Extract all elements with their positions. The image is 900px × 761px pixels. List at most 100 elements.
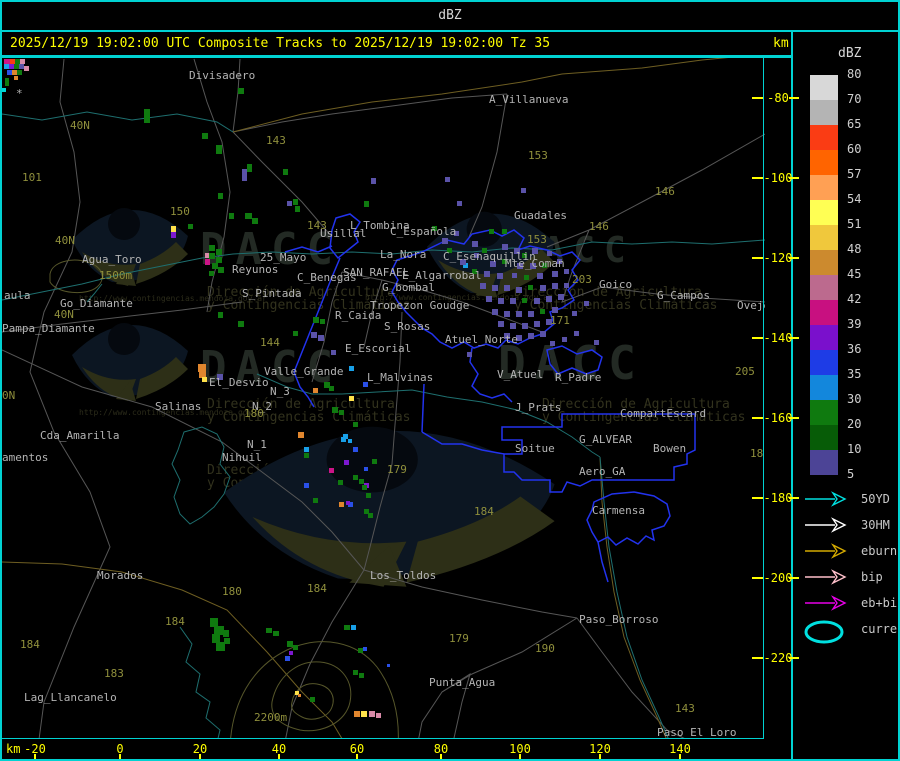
- radar-cell: [353, 422, 358, 427]
- place-label: El_Desvio: [209, 376, 269, 389]
- radar-cell: [218, 193, 223, 199]
- radar-cell: [353, 670, 358, 675]
- radar-cell: [489, 229, 494, 234]
- radar-cell: [594, 340, 599, 345]
- route-label: 40N: [54, 308, 74, 321]
- dbz-swatch: [810, 100, 838, 125]
- dbz-scale-label: 65: [847, 117, 862, 131]
- place-label: Divisadero: [189, 69, 256, 82]
- radar-cell: [472, 241, 478, 247]
- bottom-axis-tick: [278, 754, 280, 759]
- radar-cell: [331, 350, 336, 355]
- place-label: V_Atuel: [497, 368, 544, 381]
- radar-cell: [273, 631, 279, 636]
- radar-cell: [320, 319, 325, 324]
- legend-item-eb+bip: eb+bip: [803, 594, 898, 618]
- radar-cell: [516, 287, 522, 293]
- place-label: Atuel_Norte: [445, 333, 518, 346]
- radar-cell: [304, 453, 309, 458]
- place-label: Cda_Amarilla: [40, 429, 120, 442]
- radar-cell: [313, 317, 319, 323]
- radar-cell: [492, 285, 498, 291]
- radar-cell: [457, 201, 462, 206]
- place-label: aula: [4, 289, 31, 302]
- legend-item-bip: bip: [803, 568, 883, 592]
- radar-cell: [366, 493, 371, 498]
- radar-cell: [552, 283, 558, 289]
- radar-map-viewport[interactable]: DACC DACC DACC DACC Dirección de Agricultura…: [2, 57, 771, 738]
- legend-label: bip: [861, 570, 883, 584]
- radar-cell: [372, 459, 377, 464]
- route-label: 101: [22, 171, 42, 184]
- km-unit-label: km: [773, 36, 789, 51]
- radar-cell: [144, 109, 150, 123]
- dbz-swatch: [810, 275, 838, 300]
- dbz-scale-label: 20: [847, 417, 862, 431]
- track-arrow-icon: [805, 595, 847, 611]
- map-bottom-border: [2, 738, 764, 739]
- dbz-scale-panel: dBZ 80 70 65 60 57 54 51 48 45 42 39 36 35 30 20 10 5 50…: [793, 32, 898, 759]
- radar-cell: [202, 377, 207, 382]
- radar-cell: [252, 218, 258, 224]
- radar-cell: [540, 285, 546, 291]
- radar-cell: [293, 331, 298, 336]
- radar-cell: [344, 625, 350, 630]
- place-label: E_Algarrobal: [402, 269, 482, 282]
- radar-cell: [497, 273, 503, 279]
- route-label: 143: [675, 702, 695, 715]
- radar-cell: [289, 651, 293, 655]
- radar-cell: [558, 294, 564, 300]
- dbz-swatch: [810, 400, 838, 425]
- place-label: La_Nora: [380, 248, 427, 261]
- dbz-swatch: [810, 250, 838, 275]
- place-label: Oveje: [737, 299, 771, 312]
- radar-cell: [229, 213, 234, 219]
- right-axis-tick: [752, 657, 763, 659]
- place-label: Morados: [97, 569, 144, 582]
- route-label: 143: [307, 219, 327, 232]
- dbz-swatch: [810, 225, 838, 250]
- dbz-swatch: [810, 175, 838, 200]
- radar-cell: [313, 388, 318, 393]
- place-label: R_Padre: [555, 371, 602, 384]
- route-label: 1500m: [99, 269, 133, 282]
- radar-cell: [376, 713, 381, 718]
- track-arrow-icon: [805, 491, 847, 507]
- radar-cell: [502, 229, 507, 234]
- legend-label: 50YD: [861, 492, 890, 506]
- radar-cell: [364, 201, 369, 207]
- radar-cell: [512, 273, 517, 278]
- radar-cell: [349, 396, 354, 401]
- place-label: C_Benegas: [297, 271, 357, 284]
- route-label: 143: [266, 134, 286, 147]
- bottom-axis-tick: [356, 754, 358, 759]
- place-label: Valle_Grande: [264, 365, 344, 378]
- legend-item-30HM: 30HM: [803, 516, 890, 540]
- route-label: 205: [735, 365, 755, 378]
- radar-app-window: dBZ 2025/12/19 19:02:00 UTC Composite Tr…: [0, 0, 900, 761]
- track-arrow-icon: [805, 517, 847, 533]
- right-axis-tick: [752, 497, 763, 499]
- radar-cell: [344, 460, 349, 465]
- radar-cell: [584, 301, 589, 306]
- right-axis-tick: [752, 257, 763, 259]
- dbz-swatch: [810, 425, 838, 450]
- radar-cell: [546, 296, 552, 302]
- dbz-swatch: [810, 375, 838, 400]
- radar-cell: [442, 238, 448, 244]
- radar-cell: [205, 259, 210, 265]
- place-label: G_Campos: [657, 289, 710, 302]
- radar-cell: [24, 66, 29, 71]
- radar-cell: [287, 201, 292, 206]
- place-label: N_3: [270, 385, 290, 398]
- legend-label: current: [861, 622, 898, 636]
- radar-cell: [348, 439, 352, 443]
- place-label: E_Escorial: [345, 342, 412, 355]
- route-label: 179: [449, 632, 469, 645]
- radar-cell: [304, 447, 309, 452]
- dbz-swatch: [810, 75, 838, 100]
- dbz-scale-label: 39: [847, 317, 862, 331]
- dbz-scale-label: 5: [847, 467, 855, 481]
- place-label: C_Española: [390, 225, 457, 238]
- radar-cell: [361, 711, 367, 717]
